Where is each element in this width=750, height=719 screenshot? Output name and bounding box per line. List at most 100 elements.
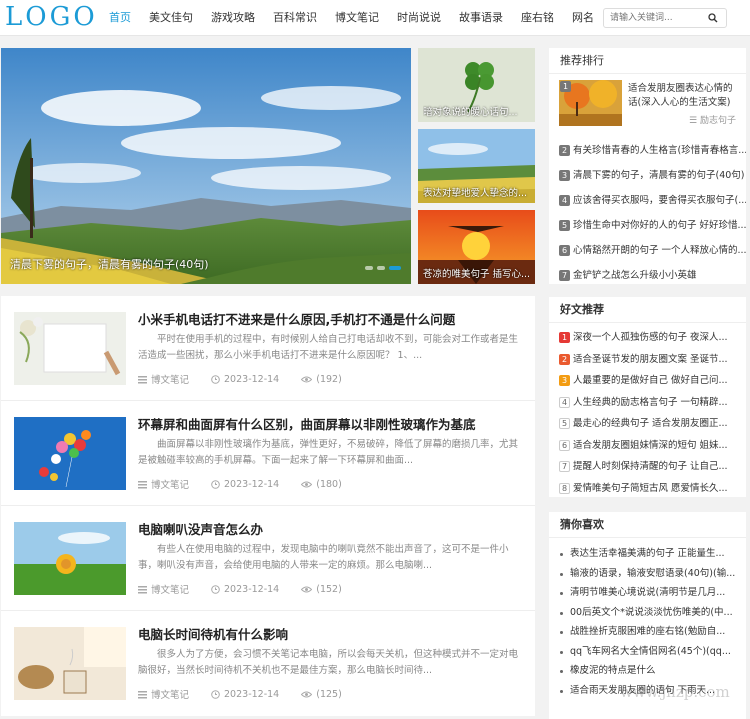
rank-number: 2 [559, 145, 570, 156]
list-icon [138, 690, 147, 698]
list-icon [138, 480, 147, 488]
coffee-basket-image [14, 627, 126, 700]
ranking-top-title[interactable]: 适合发朋友圈表达心情的话(深入人心的生活文案) [628, 82, 740, 110]
article-title[interactable]: 小米手机电话打不进来是什么原因,手机打不通是什么问题 [138, 309, 455, 328]
ranking-item[interactable]: 4 应该舍得买衣服吗，要舍得买衣服句子(... [549, 188, 746, 213]
slider-dot[interactable] [365, 266, 373, 270]
feature-thumb[interactable]: 苍凉的唯美句子 插写心... [418, 210, 535, 284]
article-category[interactable]: 博文笔记 [151, 477, 189, 491]
article-meta: 博文笔记 2023-12-14 (125) [138, 687, 342, 701]
article-date: 2023-12-14 [224, 478, 280, 490]
guess-item[interactable]: 表达生活幸福美满的句子 正能量生... [549, 544, 746, 564]
guess-item[interactable]: 输液的语录，输液安慰语录(40句)(输... [549, 564, 746, 584]
guess-item[interactable]: 00后英文个*说说淡淡忧伤唯美的(中... [549, 603, 746, 623]
guess-item[interactable]: qq飞车网名大全情侣网名(45个)(qq... [549, 642, 746, 662]
article-thumb[interactable] [14, 417, 126, 490]
article-title[interactable]: 电脑喇叭没声音怎么办 [138, 519, 263, 538]
search-input[interactable] [610, 11, 700, 25]
article-thumb[interactable] [14, 312, 126, 385]
article-excerpt: 有些人在使用电脑的过程中，发现电脑中的喇叭竟然不能出声音了，这可不是一件小事，喇… [138, 544, 509, 571]
recommend-item[interactable]: 2 适合圣诞节发的朋友圈文案 圣诞节... [549, 349, 746, 371]
recommend-item[interactable]: 7 提醒人时刻保持清醒的句子 让自己... [549, 456, 746, 478]
ranking-item-text: 珍惜生命中对你好的人的句子 好好珍惜... [573, 220, 746, 231]
ranking-item[interactable]: 3 清晨下雾的句子，清晨有雾的句子(40句) [549, 163, 746, 188]
search-icon[interactable] [708, 13, 718, 23]
ranking-item-text: 应该舍得买衣服吗，要舍得买衣服句子(... [573, 195, 746, 206]
ranking-item[interactable]: 7 金铲铲之战怎么升级小小英雄 [549, 263, 746, 288]
list-icon: ☰ [689, 116, 698, 126]
recommend-item[interactable]: 1 深夜一个人孤独伤感的句子 夜深人... [549, 327, 746, 349]
list-item[interactable]: 小米手机电话打不进来是什么原因,手机打不通是什么问题 平时在使用手机的过程中，有… [1, 296, 535, 401]
ranking-item-text: 金铲铲之战怎么升级小小英雄 [573, 270, 697, 281]
nav-nicknames[interactable]: 网名 [563, 0, 603, 36]
ranking-top-item[interactable]: 1 适合发朋友圈表达心情的话(深入人心的生活文案) ☰ 励志句子 [549, 80, 746, 138]
recommend-item[interactable]: 5 最走心的经典句子 适合发朋友圈正... [549, 413, 746, 435]
article-meta: 博文笔记 2023-12-14 (180) [138, 477, 342, 491]
clock-icon [211, 479, 220, 489]
rank-number: 7 [559, 270, 570, 281]
article-category[interactable]: 博文笔记 [151, 582, 189, 596]
ranking-item[interactable]: 5 珍惜生命中对你好的人的句子 好好珍惜... [549, 213, 746, 238]
feature-thumb[interactable]: 暗对象说的暖心话句... [418, 48, 535, 122]
recommend-item[interactable]: 8 爱情唯美句子简短古风 愿爱情长久... [549, 478, 746, 500]
article-category[interactable]: 博文笔记 [151, 372, 189, 386]
guess-item[interactable]: 清明节唯美心境说说(清明节是几月... [549, 583, 746, 603]
nav-fashion[interactable]: 时尚说说 [388, 0, 450, 36]
feature-thumb[interactable]: 表达对挚地爱人挚念的... [418, 129, 535, 203]
recommend-item[interactable]: 6 适合发朋友圈姐妹情深的短句 姐妹... [549, 435, 746, 457]
ranking-item[interactable]: 2 有关珍惜青春的人生格言(珍惜青春格言... [549, 138, 746, 163]
recommend-item-text: 人生经典的励志格言句子 一句精辟... [573, 396, 728, 408]
rank-number: 5 [559, 220, 570, 231]
slider-dots [365, 266, 401, 270]
article-date: 2023-12-14 [224, 583, 280, 595]
recommend-item[interactable]: 4 人生经典的励志格言句子 一句精辟... [549, 392, 746, 414]
article-views: (125) [316, 688, 342, 700]
rank-number: 3 [559, 170, 570, 181]
article-list: 小米手机电话打不进来是什么原因,手机打不通是什么问题 平时在使用手机的过程中，有… [1, 296, 535, 716]
article-date: 2023-12-14 [224, 373, 280, 385]
nav-motto[interactable]: 座右铭 [512, 0, 563, 36]
guess-item[interactable]: 橡皮泥的特点是什么 [549, 661, 746, 681]
article-title[interactable]: 环幕屏和曲面屏有什么区别，曲面屏幕以非刚性玻璃作为基底 [138, 414, 476, 433]
eye-icon [301, 376, 313, 382]
guess-title: 猜你喜欢 [549, 512, 746, 538]
recommend-item-text: 爱情唯美句子简短古风 愿爱情长久... [573, 482, 728, 494]
ranking-item[interactable]: 6 心情豁然开朗的句子 一个人释放心情的... [549, 238, 746, 263]
ranking-top-category[interactable]: ☰ 励志句子 [689, 113, 736, 126]
list-item[interactable]: 环幕屏和曲面屏有什么区别，曲面屏幕以非刚性玻璃作为基底 曲面屏幕以非刚性玻璃作为… [1, 401, 535, 506]
list-item[interactable]: 电脑长时间待机有什么影响 很多人为了方便，会习惯不关笔记本电脑，所以会每天关机，… [1, 611, 535, 716]
hero-slider[interactable]: 清晨下雾的句子，清晨有雾的句子(40句) [1, 48, 411, 284]
clock-icon [211, 689, 220, 699]
recommend-item[interactable]: 3 人最重要的是做好自己 做好自己问... [549, 370, 746, 392]
article-excerpt: 很多人为了方便，会习惯不关笔记本电脑，所以会每天关机，但这种模式并不一定对电脑很… [138, 649, 519, 676]
ranking-top-thumb[interactable]: 1 [559, 80, 622, 126]
list-item[interactable]: 电脑喇叭没声音怎么办 有些人在使用电脑的过程中，发现电脑中的喇叭竟然不能出声音了… [1, 506, 535, 611]
site-logo[interactable]: LOGO [5, 2, 98, 32]
guess-item[interactable]: 战胜挫折克服困难的座右铭(勉励自... [549, 622, 746, 642]
article-thumb[interactable] [14, 627, 126, 700]
nav-baike[interactable]: 百科常识 [264, 0, 326, 36]
nav-games[interactable]: 游戏攻略 [202, 0, 264, 36]
article-date: 2023-12-14 [224, 688, 280, 700]
nav-meiwen[interactable]: 美文佳句 [140, 0, 202, 36]
main-nav: 首页 美文佳句 游戏攻略 百科常识 博文笔记 时尚说说 故事语录 座右铭 网名 [100, 0, 603, 36]
rank-number: 6 [559, 245, 570, 256]
ranking-item-text: 心情豁然开朗的句子 一个人释放心情的... [573, 245, 746, 256]
recommend-item-text: 深夜一个人孤独伤感的句子 夜深人... [573, 332, 728, 343]
article-thumb[interactable] [14, 522, 126, 595]
nav-home[interactable]: 首页 [100, 0, 140, 36]
article-category[interactable]: 博文笔记 [151, 687, 189, 701]
slider-dot[interactable] [377, 266, 385, 270]
feature-thumb-caption: 暗对象说的暖心话句... [423, 107, 518, 118]
article-title[interactable]: 电脑长时间待机有什么影响 [138, 624, 288, 643]
article-views: (180) [316, 478, 342, 490]
slider-dot-active[interactable] [389, 266, 401, 270]
nav-stories[interactable]: 故事语录 [450, 0, 512, 36]
hero-caption[interactable]: 清晨下雾的句子，清晨有雾的句子(40句) [10, 256, 209, 272]
article-views: (192) [316, 373, 342, 385]
nav-blog[interactable]: 博文笔记 [326, 0, 388, 36]
feature-thumb-caption: 苍凉的唯美句子 插写心... [423, 269, 531, 280]
recommend-item-text: 提醒人时刻保持清醒的句子 让自己... [573, 461, 728, 472]
recommend-item-text: 适合圣诞节发的朋友圈文案 圣诞节... [573, 353, 728, 365]
ranking-item-text: 有关珍惜青春的人生格言(珍惜青春格言... [573, 145, 746, 156]
